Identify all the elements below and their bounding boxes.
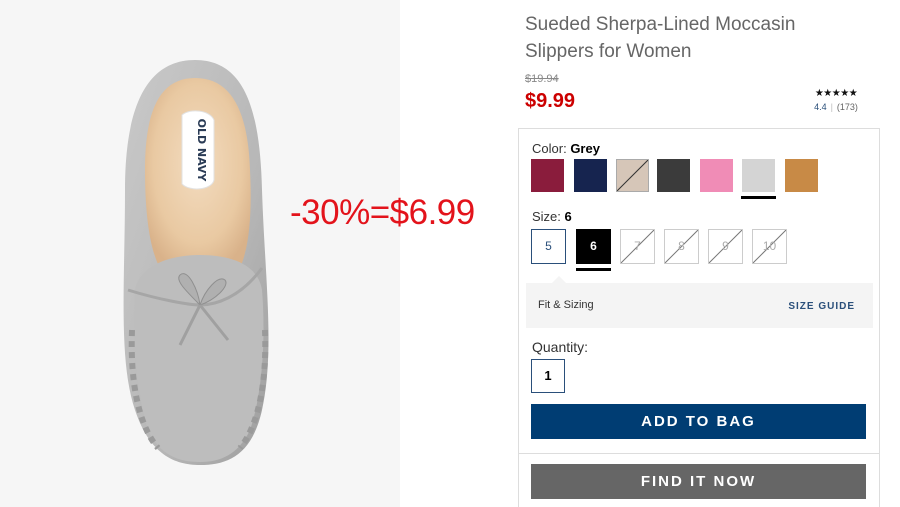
size-option-7[interactable]: 7 <box>620 229 655 264</box>
divider <box>518 453 880 454</box>
color-swatch-tan[interactable] <box>785 159 818 192</box>
color-label-row: Color: Grey <box>532 141 600 156</box>
promo-price-overlay: -30%=$6.99 <box>290 193 475 232</box>
size-option-8[interactable]: 8 <box>664 229 699 264</box>
color-swatch-pink[interactable] <box>700 159 733 192</box>
review-count[interactable]: (173) <box>837 102 858 112</box>
color-swatch-grey[interactable] <box>741 159 776 199</box>
selected-size: 6 <box>564 209 572 224</box>
insole-logo-text: OLD NAVY <box>195 119 208 183</box>
notch-pointer <box>552 276 566 283</box>
size-option-5[interactable]: 5 <box>531 229 566 264</box>
add-to-bag-button[interactable]: ADD TO BAG <box>531 404 866 439</box>
fit-sizing-bar[interactable]: Fit & Sizing SIZE GUIDE <box>526 276 873 328</box>
color-swatch-charcoal[interactable] <box>657 159 690 192</box>
original-price: $19.94 <box>525 73 559 85</box>
rating-summary[interactable]: ★★★★★ 4.4 | (173) <box>806 88 866 112</box>
color-label: Color: <box>532 141 567 156</box>
sale-price: $9.99 <box>525 90 576 112</box>
color-swatch-navy[interactable] <box>574 159 607 192</box>
selected-color: Grey <box>570 141 600 156</box>
size-guide-link[interactable]: SIZE GUIDE <box>788 301 855 312</box>
size-option-10[interactable]: 10 <box>752 229 787 264</box>
star-rating-icon: ★★★★★ <box>814 88 858 99</box>
size-label: Size: <box>532 209 561 224</box>
quantity-selector[interactable]: 1 <box>531 359 565 393</box>
unavailable-strike-icon <box>617 160 648 191</box>
rating-value: 4.4 <box>814 102 827 112</box>
product-title: Sueded Sherpa-Lined Moccasin Slippers fo… <box>525 14 796 62</box>
find-it-now-button[interactable]: FIND IT NOW <box>531 464 866 499</box>
size-label-row: Size: 6 <box>532 209 572 224</box>
color-swatch-taupe[interactable] <box>616 159 649 192</box>
size-option-6[interactable]: 6 <box>576 229 611 271</box>
slipper-illustration: OLD NAVY <box>123 60 269 465</box>
quantity-label: Quantity: <box>532 339 589 355</box>
fit-sizing-label[interactable]: Fit & Sizing <box>538 299 594 311</box>
color-swatch-burgundy[interactable] <box>531 159 564 192</box>
size-option-9[interactable]: 9 <box>708 229 743 264</box>
product-image[interactable]: OLD NAVY <box>0 0 400 507</box>
